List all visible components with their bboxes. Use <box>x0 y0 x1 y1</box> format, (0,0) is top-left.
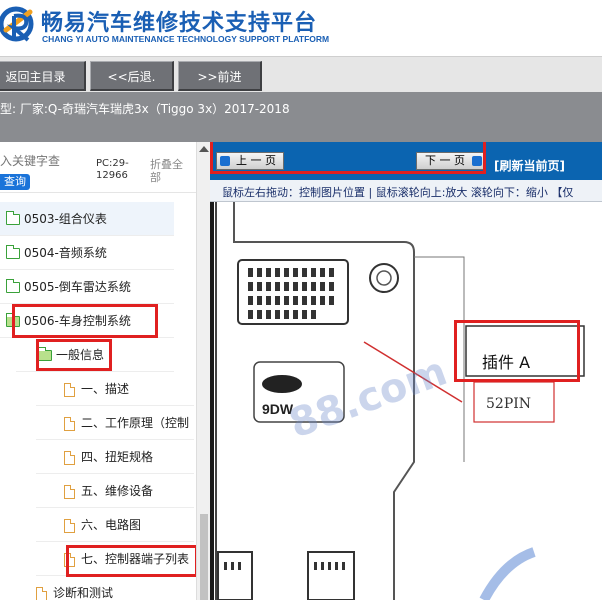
next-page-label: 下 一 页 <box>425 154 465 167</box>
nav-toolbar: 返回主目录 <<后退. >>前进 <box>0 56 602 92</box>
sidebar-scrollbar[interactable] <box>196 142 210 600</box>
tree-item-0505[interactable]: 0505-倒车雷达系统 <box>0 270 174 304</box>
tree-item-label: 二、工作原理（控制 <box>81 416 190 430</box>
changyi-logo-icon <box>0 6 34 42</box>
viewer-hint-text: 鼠标左右拖动：控制图片位置 | 鼠标滚轮向上:放大 滚轮向下：缩小 【仅 <box>222 186 574 199</box>
connector-callout-label: 插件 A <box>482 353 530 372</box>
forward-button[interactable]: >>前进 <box>178 61 262 91</box>
document-icon <box>36 586 47 600</box>
viewer-hint-bar: 鼠标左右拖动：控制图片位置 | 鼠标滚轮向上:放大 滚轮向下：缩小 【仅 <box>210 180 602 202</box>
tree-item-0503[interactable]: 0503-组合仪表 <box>0 202 174 236</box>
sidebar-tree-panel: 查询 PC:29-12966 折叠全部 0503-组合仪表 0504-音频系统 … <box>0 142 210 600</box>
tree-item-torque-specs[interactable]: 四、扭矩规格 <box>36 440 194 474</box>
brand-title-en: CHANG YI AUTO MAINTENANCE TECHNOLOGY SUP… <box>42 34 330 44</box>
brand-title-cn: 畅易汽车维修技术支持平台 <box>41 11 318 36</box>
pc-code-label: PC:29-12966 <box>96 158 129 181</box>
refresh-page-link[interactable]: [刷新当前页] <box>494 157 565 174</box>
document-icon <box>64 484 75 499</box>
search-input[interactable] <box>0 152 90 170</box>
connector-diagram: 9DW 插件 A 52PIN 88.com <box>215 202 585 600</box>
home-button[interactable]: 返回主目录 <box>0 61 86 91</box>
tree-item-wiring-diagram[interactable]: 六、电路图 <box>36 508 194 542</box>
folder-icon <box>6 245 20 259</box>
document-icon <box>64 552 75 567</box>
tree-item-label: 0504-音频系统 <box>24 246 107 260</box>
collapse-all-link[interactable]: 折叠全部 <box>150 158 190 184</box>
tree-item-0504[interactable]: 0504-音频系统 <box>0 236 174 270</box>
app-header: 畅易汽车维修技术支持平台 CHANG YI AUTO MAINTENANCE T… <box>0 0 602 56</box>
tree-item-service-tools[interactable]: 五、维修设备 <box>36 474 194 508</box>
tree-item-label: 0505-倒车雷达系统 <box>24 280 131 294</box>
folder-open-icon <box>38 347 52 361</box>
tree-item-terminal-list[interactable]: 七、控制器端子列表 <box>36 542 194 576</box>
tree-item-label: 诊断和测试 <box>53 586 114 600</box>
tree-item-general-info[interactable]: 一般信息 <box>16 338 174 372</box>
tree-item-label: 一般信息 <box>56 348 105 362</box>
folder-icon <box>6 279 20 293</box>
scroll-up-icon[interactable] <box>199 146 209 152</box>
tree-divider <box>0 192 196 193</box>
viewer-toolbar: 上 一 页 下 一 页 [刷新当前页] <box>210 142 602 180</box>
tree-item-label: 四、扭矩规格 <box>81 450 154 464</box>
tree-item-0506[interactable]: 0506-车身控制系统 <box>0 304 174 338</box>
folder-open-icon <box>6 313 20 327</box>
tree-item-label: 五、维修设备 <box>81 484 154 498</box>
folder-icon <box>6 211 20 225</box>
tree-item-label: 七、控制器端子列表 <box>81 552 190 566</box>
next-page-button[interactable]: 下 一 页 <box>416 152 486 170</box>
document-icon <box>64 518 75 533</box>
arrow-left-icon <box>220 156 230 166</box>
document-icon <box>64 382 75 397</box>
arrow-right-icon <box>472 156 482 166</box>
tree-item-label: 0503-组合仪表 <box>24 212 107 226</box>
tree-item-diagnosis[interactable]: 诊断和测试 <box>16 576 174 600</box>
diagram-viewer: 上 一 页 下 一 页 [刷新当前页] 鼠标左右拖动：控制图片位置 | 鼠标滚轮… <box>210 142 602 600</box>
vehicle-model-text: 型: 厂家:Q-奇瑞汽车瑞虎3x（Tiggo 3x）2017-2018 <box>0 102 290 116</box>
scroll-thumb[interactable] <box>200 514 208 600</box>
search-row: 查询 PC:29-12966 折叠全部 <box>0 150 196 190</box>
back-button[interactable]: <<后退. <box>90 61 174 91</box>
document-icon <box>64 416 75 431</box>
tree-item-working-principle[interactable]: 二、工作原理（控制 <box>36 406 194 440</box>
tree-item-label: 六、电路图 <box>81 518 142 532</box>
tree-item-label: 一、描述 <box>81 382 130 396</box>
vehicle-model-bar: 型: 厂家:Q-奇瑞汽车瑞虎3x（Tiggo 3x）2017-2018 <box>0 92 602 142</box>
tree-item-label: 0506-车身控制系统 <box>24 314 131 328</box>
search-button[interactable]: 查询 <box>0 174 30 190</box>
prev-page-button[interactable]: 上 一 页 <box>216 152 284 170</box>
tree-item-description[interactable]: 一、描述 <box>36 372 194 406</box>
prev-page-label: 上 一 页 <box>236 154 276 167</box>
wiring-diagram-canvas[interactable]: 9DW 插件 A 52PIN 88.com <box>214 202 602 600</box>
document-icon <box>64 450 75 465</box>
pin-count-label: 52PIN <box>486 396 531 412</box>
